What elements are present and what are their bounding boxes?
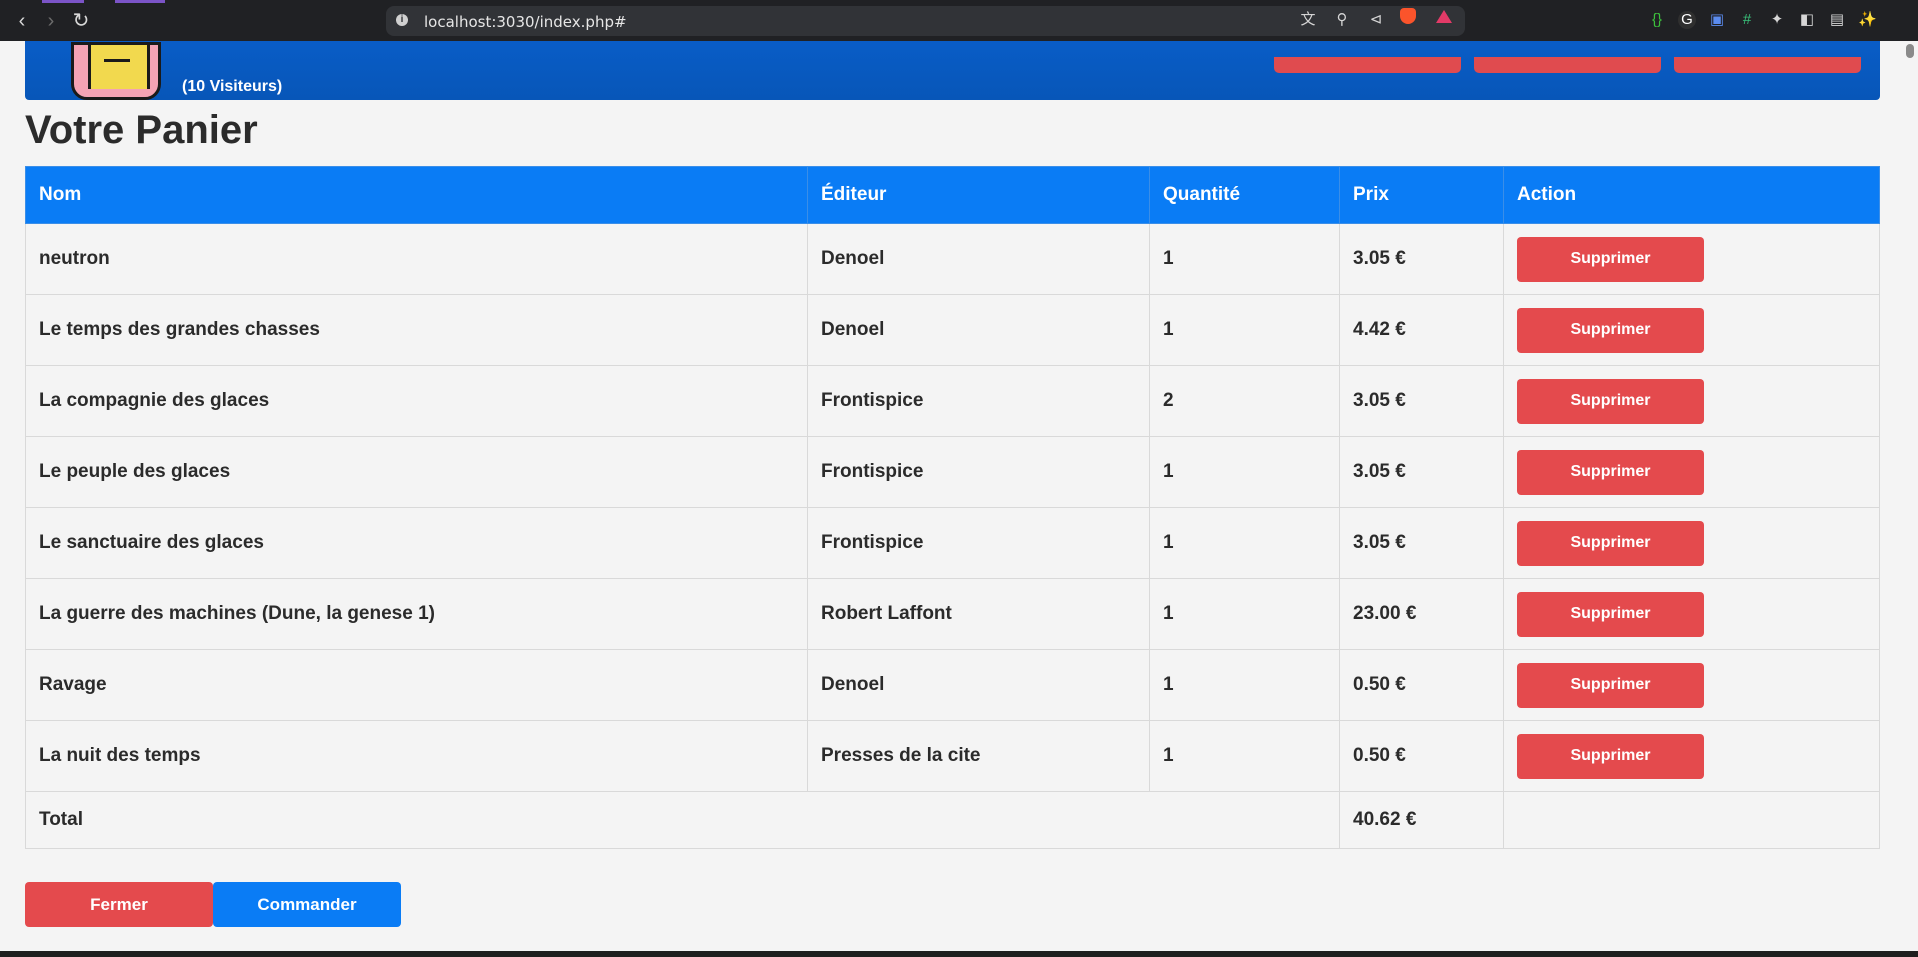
header-button[interactable] — [1474, 57, 1661, 73]
info-icon[interactable]: i — [396, 14, 408, 26]
json-extension-icon[interactable]: {} — [1648, 11, 1666, 29]
cell-nom: La compagnie des glaces — [25, 365, 808, 437]
cell-prix: 3.05 € — [1339, 436, 1504, 508]
cell-prix: 3.05 € — [1339, 507, 1504, 579]
cell-quantite: 1 — [1149, 507, 1340, 579]
cell-nom: Le sanctuaire des glaces — [25, 507, 808, 579]
column-header-nom: Nom — [25, 166, 808, 224]
cell-quantite: 1 — [1149, 649, 1340, 721]
header-button[interactable] — [1674, 57, 1861, 73]
total-label: Total — [25, 791, 1340, 849]
cell-prix: 3.05 € — [1339, 365, 1504, 437]
extension-icon[interactable]: ✦ — [1768, 11, 1786, 29]
column-header-action: Action — [1503, 166, 1880, 224]
grammarly-icon[interactable]: G — [1678, 11, 1696, 29]
cell-quantite: 1 — [1149, 294, 1340, 366]
cell-action: Supprimer — [1503, 365, 1880, 437]
wallet-icon[interactable]: ▤ — [1828, 11, 1846, 29]
cell-nom: neutron — [25, 223, 808, 295]
table-row: La guerre des machines (Dune, la genese … — [25, 578, 1880, 650]
table-row: Le sanctuaire des glaces Frontispice 1 3… — [25, 507, 1880, 579]
cell-action: Supprimer — [1503, 223, 1880, 295]
delete-button[interactable]: Supprimer — [1517, 591, 1704, 637]
browser-toolbar: ‹ › ↻ i localhost:3030/index.php# 文 ⚲ ⊲ … — [0, 0, 1918, 41]
cell-prix: 0.50 € — [1339, 649, 1504, 721]
share-icon[interactable]: ⊲ — [1366, 11, 1386, 29]
cell-editeur: Denoel — [807, 294, 1150, 366]
delete-button[interactable]: Supprimer — [1517, 449, 1704, 495]
cell-action: Supprimer — [1503, 649, 1880, 721]
total-row: Total 40.62 € — [25, 791, 1880, 849]
total-empty-cell — [1503, 791, 1880, 849]
terminal-strip — [0, 951, 1918, 957]
cell-quantite: 1 — [1149, 436, 1340, 508]
zoom-icon[interactable]: ⚲ — [1332, 11, 1352, 29]
cell-editeur: Presses de la cite — [807, 720, 1150, 792]
back-icon[interactable]: ‹ — [8, 8, 36, 34]
cell-quantite: 1 — [1149, 578, 1340, 650]
translate-icon[interactable]: 文 — [1298, 11, 1318, 29]
delete-button[interactable]: Supprimer — [1517, 733, 1704, 779]
table-row: neutron Denoel 1 3.05 € Supprimer — [25, 223, 1880, 295]
code-extension-icon[interactable]: # — [1738, 11, 1756, 29]
header-button[interactable] — [1274, 57, 1461, 73]
cell-editeur: Frontispice — [807, 365, 1150, 437]
cell-action: Supprimer — [1503, 578, 1880, 650]
cell-action: Supprimer — [1503, 507, 1880, 579]
cell-prix: 3.05 € — [1339, 223, 1504, 295]
table-row: La nuit des temps Presses de la cite 1 0… — [25, 720, 1880, 792]
table-row: La compagnie des glaces Frontispice 2 3.… — [25, 365, 1880, 437]
cell-nom: La nuit des temps — [25, 720, 808, 792]
table-row: Le peuple des glaces Frontispice 1 3.05 … — [25, 436, 1880, 508]
column-header-editeur: Éditeur — [807, 166, 1150, 224]
cell-quantite: 2 — [1149, 365, 1340, 437]
cell-editeur: Robert Laffont — [807, 578, 1150, 650]
delete-button[interactable]: Supprimer — [1517, 307, 1704, 353]
forward-icon[interactable]: › — [37, 8, 65, 34]
order-button[interactable]: Commander — [213, 882, 401, 927]
page-title: Votre Panier — [25, 108, 258, 152]
cell-nom: La guerre des machines (Dune, la genese … — [25, 578, 808, 650]
scrollbar-thumb[interactable] — [1906, 44, 1914, 58]
logo — [71, 42, 161, 100]
cell-editeur: Frontispice — [807, 507, 1150, 579]
cell-action: Supprimer — [1503, 720, 1880, 792]
total-value: 40.62 € — [1339, 791, 1504, 849]
address-url[interactable]: localhost:3030/index.php# — [424, 13, 627, 31]
delete-button[interactable]: Supprimer — [1517, 378, 1704, 424]
column-header-prix: Prix — [1339, 166, 1504, 224]
cell-action: Supprimer — [1503, 436, 1880, 508]
translate-extension-icon[interactable]: ▣ — [1708, 11, 1726, 29]
cell-editeur: Denoel — [807, 649, 1150, 721]
brave-rewards-icon[interactable] — [1436, 10, 1452, 23]
cell-action: Supprimer — [1503, 294, 1880, 366]
cell-nom: Le peuple des glaces — [25, 436, 808, 508]
cell-prix: 4.42 € — [1339, 294, 1504, 366]
cell-editeur: Denoel — [807, 223, 1150, 295]
tab-strip-edge — [115, 0, 165, 3]
leo-icon[interactable]: ✨ — [1858, 11, 1877, 29]
cell-nom: Le temps des grandes chasses — [25, 294, 808, 366]
sidebar-icon[interactable]: ◧ — [1798, 11, 1816, 29]
close-button[interactable]: Fermer — [25, 882, 213, 927]
cell-prix: 0.50 € — [1339, 720, 1504, 792]
cell-prix: 23.00 € — [1339, 578, 1504, 650]
table-row: Ravage Denoel 1 0.50 € Supprimer — [25, 649, 1880, 721]
reload-icon[interactable]: ↻ — [67, 8, 95, 34]
delete-button[interactable]: Supprimer — [1517, 662, 1704, 708]
cell-quantite: 1 — [1149, 223, 1340, 295]
cell-quantite: 1 — [1149, 720, 1340, 792]
tab-strip-edge — [42, 0, 84, 3]
scrollbar[interactable] — [1900, 41, 1918, 951]
delete-button[interactable]: Supprimer — [1517, 520, 1704, 566]
brave-shield-icon[interactable] — [1400, 8, 1416, 24]
visitor-count: (10 Visiteurs) — [182, 78, 283, 95]
delete-button[interactable]: Supprimer — [1517, 236, 1704, 282]
table-row: Le temps des grandes chasses Denoel 1 4.… — [25, 294, 1880, 366]
cart-table: Nom Éditeur Quantité Prix Action neutron… — [25, 166, 1880, 849]
column-header-quantite: Quantité — [1149, 166, 1340, 224]
table-header-row: Nom Éditeur Quantité Prix Action — [25, 166, 1880, 224]
cell-nom: Ravage — [25, 649, 808, 721]
cell-editeur: Frontispice — [807, 436, 1150, 508]
